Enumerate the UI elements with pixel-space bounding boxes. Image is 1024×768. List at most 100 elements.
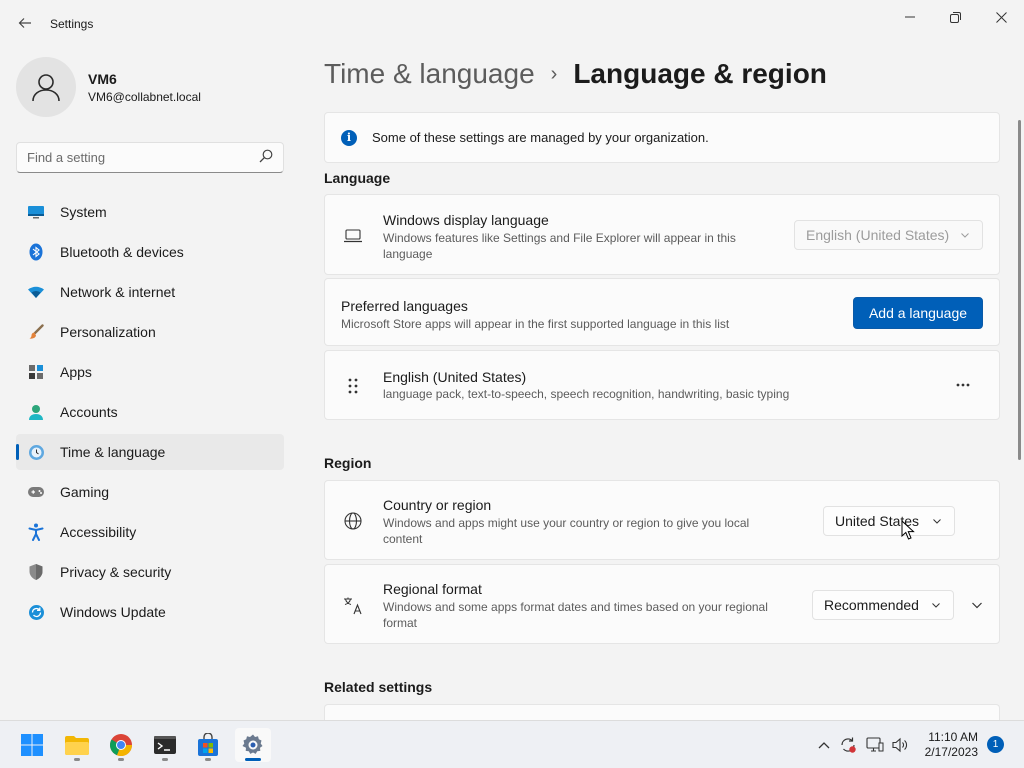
country-region-title: Country or region (383, 497, 492, 513)
sidebar-item-system[interactable]: System (16, 194, 284, 230)
sidebar-item-network[interactable]: Network & internet (16, 274, 284, 310)
sidebar-item-label: Accessibility (60, 524, 137, 540)
sidebar-item-accessibility[interactable]: Accessibility (16, 514, 284, 550)
sidebar-item-accounts[interactable]: Accounts (16, 394, 284, 430)
taskbar-terminal[interactable] (147, 728, 183, 762)
banner-text: Some of these settings are managed by yo… (372, 130, 709, 145)
sidebar-item-label: Windows Update (60, 604, 166, 620)
sidebar-item-privacy[interactable]: Privacy & security (16, 554, 284, 590)
taskbar-clock[interactable]: 11:10 AM 2/17/2023 (918, 730, 978, 760)
sync-icon (841, 737, 856, 753)
language-entry-description: language pack, text-to-speech, speech re… (383, 387, 790, 401)
taskbar-file-explorer[interactable] (59, 728, 95, 762)
breadcrumb-parent[interactable]: Time & language (324, 58, 535, 90)
regional-format-value: Recommended (824, 597, 919, 613)
window-title: Settings (50, 17, 94, 31)
back-button[interactable] (12, 10, 38, 36)
chevron-down-icon (972, 602, 982, 609)
minimize-icon (905, 16, 915, 18)
profile-email: VM6@collabnet.local (88, 89, 201, 104)
managed-by-org-banner: i Some of these settings are managed by … (324, 112, 1000, 163)
volume-icon (892, 737, 907, 753)
close-button[interactable] (981, 6, 1021, 28)
display-language-title: Windows display language (383, 212, 549, 228)
start-button[interactable] (14, 728, 50, 762)
expand-button[interactable] (965, 593, 989, 617)
tray-overflow-button[interactable] (813, 735, 835, 755)
file-explorer-icon (65, 736, 89, 755)
display-language-value: English (United States) (806, 227, 950, 243)
tray-sync[interactable] (837, 735, 859, 755)
settings-icon (242, 734, 263, 754)
drag-handle-icon[interactable] (343, 376, 363, 396)
regional-format-description: Windows and some apps format dates and t… (383, 600, 768, 630)
display-language-dropdown[interactable]: English (United States) (794, 220, 983, 250)
taskbar-store[interactable] (190, 728, 226, 762)
accessibility-icon (27, 523, 45, 541)
close-icon (995, 11, 1007, 23)
wifi-icon (27, 283, 45, 301)
add-language-button[interactable]: Add a language (853, 297, 983, 329)
user-profile[interactable]: VM6 VM6@collabnet.local (16, 57, 201, 117)
network-icon (866, 737, 884, 752)
breadcrumb: Time & language › Language & region (324, 58, 827, 90)
chevron-down-icon (932, 603, 940, 608)
store-icon (198, 733, 218, 756)
regional-format-card[interactable]: Regional format Windows and some apps fo… (324, 564, 1000, 644)
sidebar-item-label: System (60, 204, 107, 220)
restore-icon (949, 11, 961, 23)
start-icon (21, 734, 43, 756)
chevron-down-icon (933, 519, 941, 524)
preferred-languages-description: Microsoft Store apps will appear in the … (341, 317, 730, 331)
country-region-dropdown[interactable]: United States (823, 506, 955, 536)
sidebar-item-bluetooth[interactable]: Bluetooth & devices (16, 234, 284, 270)
avatar (16, 57, 76, 117)
sidebar-item-label: Privacy & security (60, 564, 172, 580)
more-options-button[interactable] (945, 373, 981, 397)
preferred-languages-card: Preferred languages Microsoft Store apps… (324, 278, 1000, 346)
sidebar-item-time-language[interactable]: Time & language (16, 434, 284, 470)
search-input[interactable] (17, 143, 247, 172)
language-entry-card[interactable]: English (United States) language pack, t… (324, 350, 1000, 420)
notification-badge[interactable]: 1 (987, 736, 1004, 753)
tray-network[interactable] (864, 735, 886, 755)
country-region-description: Windows and apps might use your country … (383, 516, 750, 546)
sidebar-item-gaming[interactable]: Gaming (16, 474, 284, 510)
sidebar-item-label: Apps (60, 364, 92, 380)
sidebar-item-personalization[interactable]: Personalization (16, 314, 284, 350)
terminal-icon (154, 736, 176, 754)
globe-icon (343, 511, 363, 531)
sidebar-item-label: Gaming (60, 484, 110, 500)
back-arrow-icon (18, 18, 31, 28)
sidebar-item-windows-update[interactable]: Windows Update (16, 594, 284, 630)
update-icon (27, 603, 45, 621)
preferred-languages-title: Preferred languages (341, 298, 468, 314)
display-language-description: Windows features like Settings and File … (383, 231, 736, 261)
chrome-icon (109, 734, 133, 757)
tray-volume[interactable] (889, 735, 911, 755)
taskbar: 11:10 AM 2/17/2023 (0, 720, 1024, 768)
country-region-card: Country or region Windows and apps might… (324, 480, 1000, 560)
region-section-title: Region (324, 455, 372, 471)
info-icon: i (341, 129, 357, 146)
search-box[interactable] (16, 142, 284, 173)
minimize-button[interactable] (890, 6, 930, 28)
mouse-cursor-icon (901, 520, 915, 540)
person-icon (32, 74, 60, 102)
chevron-up-icon (818, 742, 830, 749)
sidebar-item-apps[interactable]: Apps (16, 354, 284, 390)
scrollbar[interactable] (1018, 120, 1021, 460)
title-bar: Settings (0, 0, 1024, 48)
related-settings-title: Related settings (324, 679, 433, 695)
taskbar-chrome[interactable] (103, 728, 139, 762)
sidebar-item-label: Bluetooth & devices (60, 244, 184, 260)
more-icon (956, 383, 970, 387)
maximize-button[interactable] (935, 6, 975, 28)
sidebar-item-label: Network & internet (60, 284, 176, 300)
taskbar-settings[interactable] (235, 728, 271, 762)
language-entry-title: English (United States) (383, 369, 527, 385)
system-icon (27, 203, 45, 221)
regional-format-dropdown[interactable]: Recommended (812, 590, 954, 620)
page-title: Language & region (573, 58, 827, 89)
search-icon[interactable] (259, 149, 273, 166)
